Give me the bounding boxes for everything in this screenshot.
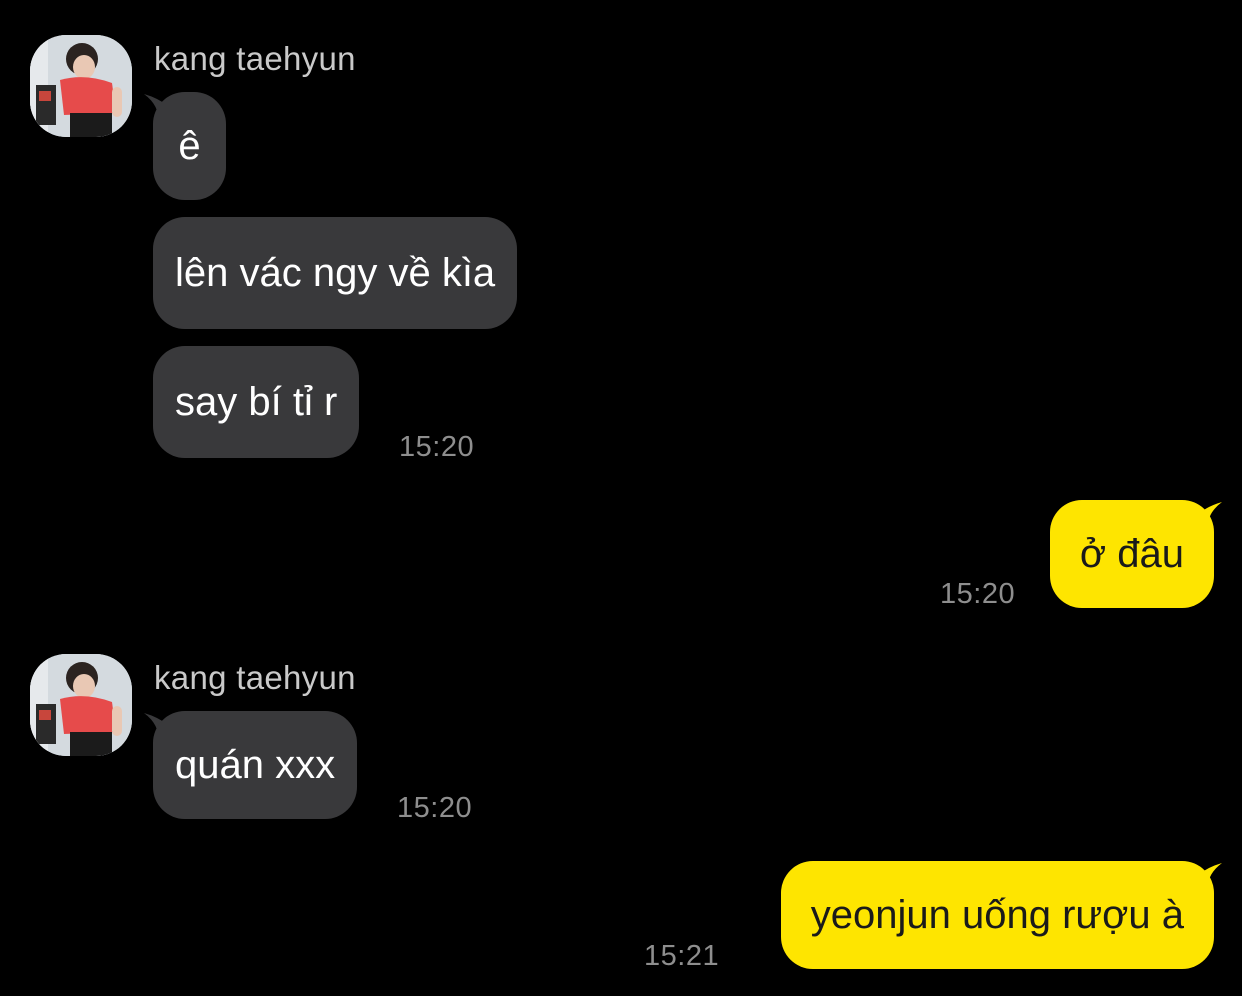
message-timestamp: 15:20	[399, 431, 475, 463]
message-bubble[interactable]: quán xxx	[153, 711, 358, 819]
message-timestamp: 15:20	[397, 792, 473, 824]
message-text: yeonjun uống rượu à	[810, 893, 1184, 937]
message-text: say bí tỉ r	[175, 380, 338, 424]
message-text: ở đâu	[1079, 532, 1184, 576]
message-bubble[interactable]: ê	[153, 92, 226, 200]
message-timestamp: 15:21	[644, 940, 720, 972]
message-timestamp: 15:20	[940, 578, 1016, 610]
message-bubble[interactable]: yeonjun uống rượu à	[780, 861, 1214, 969]
message-bubble[interactable]: lên vác ngy về kìa	[153, 217, 518, 329]
message-text: lên vác ngy về kìa	[175, 251, 496, 295]
sender-name: kang taehyun	[154, 40, 356, 77]
message-text: ê	[178, 124, 201, 168]
message-bubble[interactable]: say bí tỉ r	[153, 346, 360, 458]
avatar[interactable]	[30, 654, 132, 756]
sender-name: kang taehyun	[154, 659, 356, 696]
avatar[interactable]	[30, 35, 132, 137]
message-bubble[interactable]: ở đâu	[1049, 500, 1214, 608]
message-text: quán xxx	[175, 743, 336, 787]
